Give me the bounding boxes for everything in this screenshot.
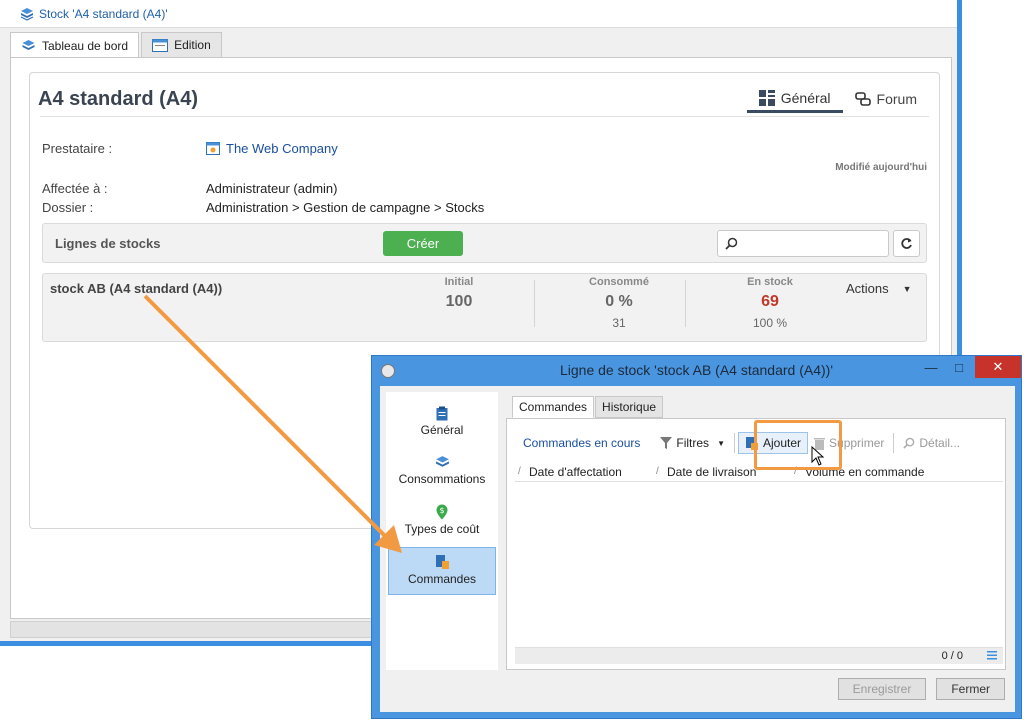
affectee-value: Administrateur (admin): [206, 181, 338, 196]
divider: [40, 116, 929, 117]
in-stock-label: En stock: [747, 276, 793, 288]
dossier-label: Dossier :: [42, 200, 94, 215]
tab-tableau-de-bord[interactable]: Tableau de bord: [10, 32, 140, 58]
refresh-button[interactable]: [893, 230, 920, 257]
close-button[interactable]: Fermer: [936, 678, 1005, 700]
chevron-down-icon: ▼: [717, 438, 725, 448]
main-tabs: Tableau de bord Edition: [10, 32, 224, 58]
filter-view-link[interactable]: Commandes en cours: [523, 436, 640, 450]
metric-in-stock: En stock 69 100 %: [720, 276, 820, 330]
nav-label: Types de coût: [404, 522, 480, 536]
filters-button[interactable]: Filtres ▼: [654, 430, 731, 456]
stock-lines-title: Lignes de stocks: [55, 236, 161, 251]
filters-label: Filtres: [676, 436, 710, 450]
order-icon: [435, 555, 449, 569]
toolbar-separator: [733, 433, 735, 453]
column-header[interactable]: Date d'affectation: [515, 462, 653, 482]
main-titlebar: Stock 'A4 standard (A4)': [0, 0, 957, 28]
consumed-label: Consommé: [589, 276, 649, 288]
grid-footer: 0 / 0: [515, 647, 1003, 664]
search-icon: [725, 237, 738, 250]
money-pin-icon: $: [436, 504, 448, 520]
tab-edition[interactable]: Edition: [141, 32, 222, 57]
nav-label: Commandes: [407, 572, 477, 586]
toolbar-separator: [893, 433, 895, 453]
record-count: 0 / 0: [941, 650, 963, 662]
stock-box-icon: [20, 7, 34, 21]
view-tabs: Général Forum: [746, 85, 929, 113]
mouse-cursor-icon: [811, 446, 825, 466]
nav-types-de-cout[interactable]: $ Types de coût: [388, 498, 496, 546]
nav-label: Général: [420, 423, 464, 437]
page-title: A4 standard (A4): [38, 88, 199, 110]
forum-icon: [854, 91, 871, 106]
tab-label: Général: [780, 89, 831, 106]
window-title: Stock 'A4 standard (A4)': [39, 6, 168, 21]
stock-line-name[interactable]: stock AB (A4 standard (A4)): [50, 281, 222, 296]
dialog-titlebar[interactable]: Ligne de stock 'stock AB (A4 standard (A…: [372, 356, 1021, 386]
company-icon: [206, 142, 220, 155]
search-input[interactable]: [742, 235, 882, 253]
stock-line-row: stock AB (A4 standard (A4)) Initial 100 …: [42, 273, 927, 342]
svg-text:$: $: [439, 506, 444, 515]
box-icon: [435, 456, 449, 467]
dialog-actions: Enregistrer Fermer: [837, 678, 1005, 700]
tab-label: Forum: [876, 91, 917, 107]
list-menu-icon[interactable]: [987, 651, 997, 660]
magnifier-icon: [903, 437, 915, 449]
detail-label: Détail...: [919, 436, 961, 450]
dossier-value: Administration > Gestion de campagne > S…: [206, 200, 485, 215]
initial-label: Initial: [444, 276, 474, 288]
create-button[interactable]: Créer: [383, 231, 463, 256]
consumed-sub: 31: [612, 316, 626, 330]
minimize-button[interactable]: —: [917, 356, 945, 378]
tab-label: Tableau de bord: [42, 38, 129, 53]
in-stock-sub: 100 %: [752, 316, 788, 330]
metric-divider: [534, 280, 535, 327]
dashboard-grid-icon: [758, 89, 775, 106]
dialog-side-nav: Général Consommations $ Types de coût Co…: [386, 392, 498, 670]
edit-window-icon: [152, 38, 169, 52]
close-window-button[interactable]: ✕: [975, 356, 1021, 378]
dialog-body: Général Consommations $ Types de coût Co…: [380, 386, 1015, 712]
chevron-down-icon: ▼: [902, 283, 912, 294]
tab-historique[interactable]: Historique: [595, 396, 664, 418]
tab-commandes[interactable]: Commandes: [512, 396, 595, 418]
tab-forum[interactable]: Forum: [843, 85, 929, 113]
metric-consumed: Consommé 0 % 31: [569, 276, 669, 330]
modified-date: Modifié aujourd'hui: [835, 162, 927, 173]
filter-icon: [660, 437, 673, 449]
tab-general[interactable]: Général: [746, 85, 843, 113]
in-stock-value: 69: [761, 293, 779, 310]
tab-label: Edition: [174, 38, 211, 52]
stock-line-dialog: Ligne de stock 'stock AB (A4 standard (A…: [371, 355, 1022, 719]
nav-commandes[interactable]: Commandes: [388, 547, 496, 595]
dashboard-box-icon: [22, 39, 35, 50]
actions-dropdown[interactable]: Actions ▼: [846, 281, 912, 296]
actions-label: Actions: [846, 281, 889, 296]
clipboard-icon: [436, 406, 448, 421]
orders-tabs: Commandes Historique: [512, 396, 664, 418]
detail-button[interactable]: Détail...: [897, 430, 966, 456]
consumed-value: 0 %: [605, 293, 633, 310]
stock-lines-bar: Lignes de stocks Créer: [42, 223, 927, 263]
prestataire-value: The Web Company: [226, 141, 338, 156]
nav-label: Consommations: [398, 472, 486, 486]
highlight-frame: [754, 420, 842, 470]
maximize-button[interactable]: □: [945, 356, 973, 378]
prestataire-link[interactable]: The Web Company: [206, 141, 338, 156]
metric-initial: Initial 100: [429, 276, 489, 311]
refresh-icon: [901, 238, 912, 249]
nav-consommations[interactable]: Consommations: [388, 449, 496, 497]
prestataire-label: Prestataire :: [42, 141, 113, 156]
metric-divider: [685, 280, 686, 327]
affectee-label: Affectée à :: [42, 181, 108, 196]
search-field[interactable]: [717, 230, 889, 257]
save-button[interactable]: Enregistrer: [837, 678, 927, 700]
initial-value: 100: [445, 293, 473, 310]
nav-general[interactable]: Général: [388, 400, 496, 448]
